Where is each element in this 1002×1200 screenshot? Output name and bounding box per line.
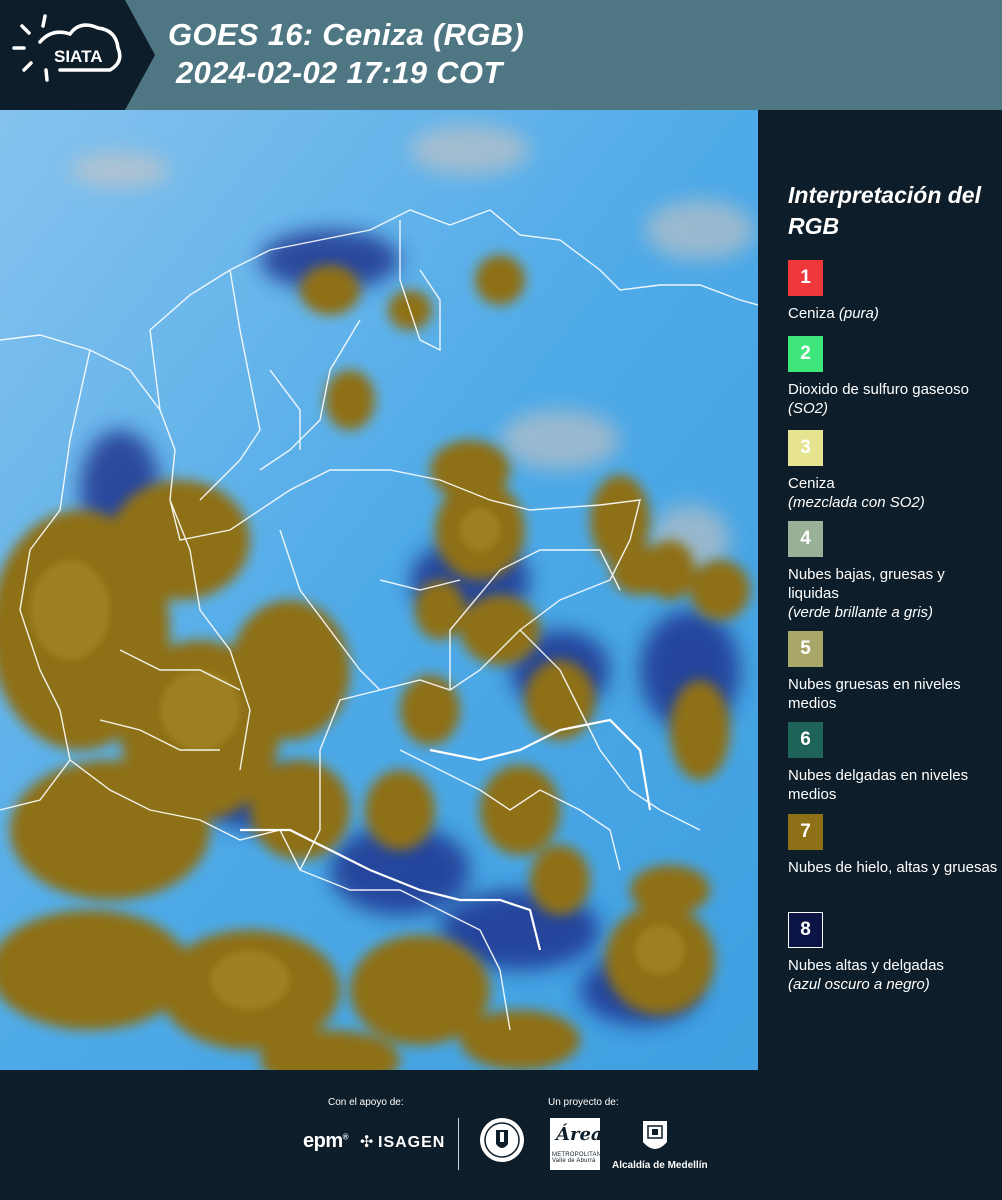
legend-swatch: 2 <box>788 336 823 372</box>
legend-note: (azul oscuro a negro) <box>788 976 930 993</box>
isagen-logo: ✣ ISAGEN <box>360 1132 445 1152</box>
legend-label: Nubes bajas, gruesas y liquidas <box>788 566 945 602</box>
legend-number: 5 <box>800 638 811 659</box>
legend-swatch: 7 <box>788 814 823 850</box>
legend-item-6: 6 Nubes delgadas en niveles medios <box>788 722 998 804</box>
legend-item-8: 8 Nubes altas y delgadas (azul oscuro a … <box>788 912 998 994</box>
legend-label: Nubes altas y delgadas <box>788 957 944 974</box>
timestamp: 2024-02-02 17:19 COT <box>176 55 503 90</box>
legend-label: Nubes de hielo, altas y gruesas <box>788 859 998 876</box>
legend-panel: Interpretación del RGB 1 Ceniza (pura) 2… <box>758 110 1002 1070</box>
footer: Con el apoyo de: Un proyecto de: epm® ✣ I… <box>0 1070 1002 1200</box>
project-label: Un proyecto de: <box>548 1097 619 1108</box>
legend-item-2: 2 Dioxido de sulfuro gaseoso (SO2) <box>788 336 998 418</box>
area-logo-text: Área <box>556 1124 603 1145</box>
page-title: GOES 16: Ceniza (RGB) 2024-02-02 17:19 C… <box>168 16 728 92</box>
product-title: GOES 16: Ceniza (RGB) <box>168 17 524 52</box>
legend-label-text: Ceniza <box>788 305 835 322</box>
university-seal-icon <box>480 1118 524 1162</box>
legend-swatch: 5 <box>788 631 823 667</box>
legend-title: Interpretación del RGB <box>788 182 981 239</box>
legend-label: Nubes gruesas en niveles medios <box>788 676 961 712</box>
legend-item-1: 1 Ceniza (pura) <box>788 260 998 323</box>
legend-number: 3 <box>800 437 811 458</box>
legend-item-4: 4 Nubes bajas, gruesas y liquidas (verde… <box>788 521 998 622</box>
medellin-shield-icon <box>643 1121 667 1149</box>
alcaldia-medellin-label: Alcaldía de Medellín <box>612 1160 708 1171</box>
legend-swatch: 8 <box>788 912 823 948</box>
isagen-mark-icon: ✣ <box>360 1134 375 1151</box>
satellite-image <box>0 110 758 1070</box>
area-metropolitana-logo: Área METROPOLITANA Valle de Aburrá <box>550 1118 605 1170</box>
legend-swatch: 1 <box>788 260 823 296</box>
legend-label-text: Dioxido de sulfuro gaseoso <box>788 381 969 398</box>
area-logo-subtext: METROPOLITANA Valle de Aburrá <box>552 1152 606 1164</box>
legend-swatch: 4 <box>788 521 823 557</box>
siata-logo-text: SIATA <box>54 47 102 66</box>
legend-label: Ceniza <box>788 475 835 492</box>
siata-logo-block: SIATA <box>0 0 160 110</box>
legend-number: 4 <box>800 528 811 549</box>
legend-label: Dioxido de sulfuro gaseoso (SO2) <box>788 380 998 418</box>
isagen-logo-text: ISAGEN <box>378 1134 446 1151</box>
satellite-map[interactable] <box>0 110 758 1070</box>
epm-logo: epm® <box>303 1130 349 1152</box>
legend-note: (pura) <box>838 305 879 322</box>
legend-item-3: 3 Ceniza (mezclada con SO2) <box>788 430 998 512</box>
legend-swatch: 6 <box>788 722 823 758</box>
legend-number: 6 <box>800 729 811 750</box>
legend-item-7: 7 Nubes de hielo, altas y gruesas <box>788 814 998 877</box>
legend-label: Ceniza (pura) <box>788 304 998 323</box>
legend-number: 1 <box>800 267 811 288</box>
support-label: Con el apoyo de: <box>328 1097 404 1108</box>
legend-note: (verde brillante a gris) <box>788 604 934 621</box>
footer-divider <box>458 1118 459 1170</box>
legend-number: 8 <box>800 919 811 940</box>
legend-label: Nubes delgadas en niveles medios <box>788 767 969 803</box>
legend-number: 7 <box>800 821 811 842</box>
epm-logo-text: epm <box>303 1130 343 1152</box>
legend-number: 2 <box>800 343 811 364</box>
legend-note: (SO2) <box>788 400 829 417</box>
legend-item-5: 5 Nubes gruesas en niveles medios <box>788 631 998 713</box>
header: SIATA GOES 16: Ceniza (RGB) 2024-02-02 1… <box>0 0 1002 110</box>
legend-swatch: 3 <box>788 430 823 466</box>
legend-note: (mezclada con SO2) <box>788 494 925 511</box>
